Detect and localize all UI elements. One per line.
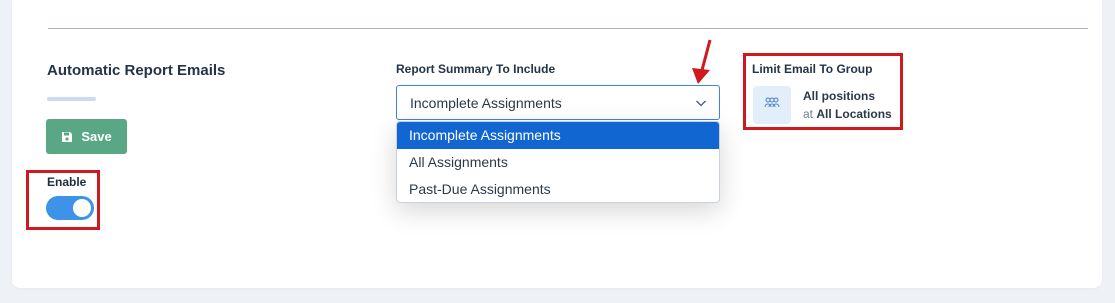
title-underline bbox=[47, 97, 96, 101]
chevron-down-icon[interactable] bbox=[695, 96, 707, 112]
report-summary-select[interactable]: Incomplete Assignments bbox=[396, 85, 720, 120]
dropdown-option-incomplete[interactable]: Incomplete Assignments bbox=[397, 122, 719, 149]
report-summary-dropdown: Incomplete Assignments All Assignments P… bbox=[396, 121, 720, 203]
section-divider bbox=[48, 28, 1088, 29]
dropdown-option-all[interactable]: All Assignments bbox=[397, 149, 719, 176]
dropdown-option-past-due[interactable]: Past-Due Assignments bbox=[397, 176, 719, 202]
save-button-label: Save bbox=[81, 129, 112, 144]
floppy-disk-icon bbox=[61, 131, 73, 143]
annotation-box-enable bbox=[26, 170, 100, 230]
save-button[interactable]: Save bbox=[46, 119, 127, 154]
annotation-box-limit-group bbox=[743, 53, 903, 130]
section-title: Automatic Report Emails bbox=[47, 62, 226, 79]
report-summary-label: Report Summary To Include bbox=[396, 62, 556, 76]
annotation-arrow bbox=[692, 39, 712, 84]
report-summary-selected: Incomplete Assignments bbox=[410, 95, 562, 111]
